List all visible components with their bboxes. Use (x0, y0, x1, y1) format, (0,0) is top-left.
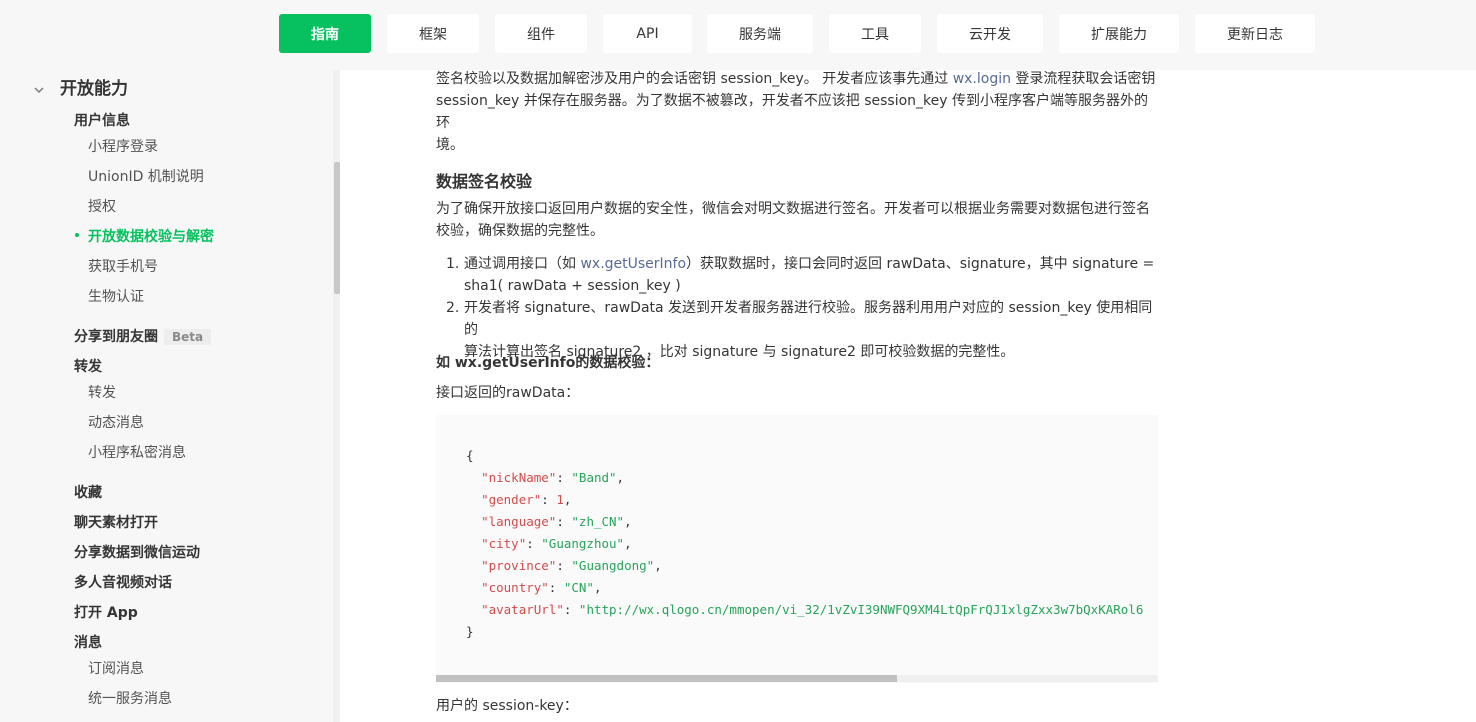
sidebar-item-uniform-message[interactable]: 统一服务消息 (88, 688, 172, 708)
sidebar-section-title: 开放能力 (60, 79, 128, 99)
step-text: 通过调用接口（如 (464, 256, 581, 272)
top-navigation: 指南 框架 组件 API 服务端 工具 云开发 扩展能力 更新日志 (0, 0, 1476, 70)
code-scrollbar-thumb[interactable] (436, 675, 897, 682)
intro-line-1: 签名校验以及数据加解密涉及用户的会话密钥 session_key。 开发者应该事… (436, 68, 1158, 90)
step-text: 开发者将 signature、rawData 发送到开发者服务器进行校验。服务器… (464, 300, 1153, 338)
sidebar-item-unionid[interactable]: UnionID 机制说明 (88, 166, 204, 186)
sidebar-group-werun[interactable]: 分享数据到微信运动 (74, 542, 200, 562)
sidebar-group-voip[interactable]: 多人音视频对话 (74, 572, 172, 592)
sidebar-group-message[interactable]: 消息 (74, 632, 102, 652)
code-line: "gender": 1, (481, 492, 572, 507)
sidebar-section-open-capabilities[interactable]: 开放能力 (34, 74, 128, 99)
tab-tools[interactable]: 工具 (829, 14, 921, 53)
code-line: } (466, 624, 474, 639)
sidebar-group-forward[interactable]: 转发 (74, 356, 102, 376)
tab-api[interactable]: API (603, 14, 692, 53)
sidebar-group-open-app[interactable]: 打开 App (74, 602, 138, 622)
beta-badge: Beta (164, 329, 212, 345)
example-title: 如 wx.getUserInfo的数据校验： (436, 355, 660, 371)
sidebar-item-open-data-verify[interactable]: 开放数据校验与解密 (88, 226, 214, 246)
steps-list: 1. 通过调用接口（如 wx.getUserInfo）获取数据时，接口会同时返回… (446, 253, 1158, 363)
sidebar-item-forward[interactable]: 转发 (88, 382, 116, 402)
chevron-down-icon (34, 80, 44, 93)
sidebar-group-label: 分享到朋友圈 (74, 329, 158, 345)
intro-paragraph: 签名校验以及数据加解密涉及用户的会话密钥 session_key。 开发者应该事… (436, 68, 1158, 156)
wx-getuserinfo-link[interactable]: wx.getUserInfo (580, 256, 686, 272)
sidebar-item-phone-number[interactable]: 获取手机号 (88, 256, 158, 276)
step-text: ）获取数据时，接口会同时返回 rawData、signature，其中 sign… (686, 256, 1155, 272)
wx-login-link[interactable]: wx.login (953, 71, 1011, 87)
sidebar-group-chat-material[interactable]: 聊天素材打开 (74, 512, 158, 532)
intro-line-2: session_key 并保存在服务器。为了数据不被篡改，开发者不应该把 ses… (436, 93, 1149, 131)
tab-components[interactable]: 组件 (495, 14, 587, 53)
tab-server[interactable]: 服务端 (707, 14, 813, 53)
list-item: 1. 通过调用接口（如 wx.getUserInfo）获取数据时，接口会同时返回… (446, 253, 1158, 297)
signature-paragraph: 为了确保开放接口返回用户数据的安全性，微信会对明文数据进行签名。开发者可以根据业… (436, 198, 1158, 242)
code-line: "city": "Guangzhou", (481, 536, 632, 551)
sidebar-item-dynamic-message[interactable]: 动态消息 (88, 412, 144, 432)
intro-line-3: 境。 (436, 137, 464, 153)
tab-cloud-dev[interactable]: 云开发 (937, 14, 1043, 53)
tab-guide[interactable]: 指南 (279, 14, 371, 53)
sidebar-group-favorites[interactable]: 收藏 (74, 482, 102, 502)
code-line: "nickName": "Band", (481, 470, 625, 485)
paragraph-line-2: 校验，确保数据的完整性。 (436, 223, 604, 239)
code-line: "language": "zh_CN", (481, 514, 632, 529)
rawdata-label: 接口返回的rawData： (436, 385, 580, 401)
session-key-label: 用户的 session-key： (436, 698, 578, 714)
intro-text: 登录流程获取会话密钥 (1010, 71, 1156, 87)
code-content: { "nickName": "Band", "gender": 1, "lang… (466, 445, 1143, 643)
list-number: 2. (446, 300, 460, 316)
active-indicator-dot (75, 233, 79, 237)
sidebar-item-authorize[interactable]: 授权 (88, 196, 116, 216)
code-line: "province": "Guangdong", (481, 558, 662, 573)
sidebar-item-mini-program-login[interactable]: 小程序登录 (88, 136, 158, 156)
sidebar-item-biometric[interactable]: 生物认证 (88, 286, 144, 306)
code-line: "avatarUrl": "http://wx.qlogo.cn/mmopen/… (481, 602, 1144, 617)
main-content: 签名校验以及数据加解密涉及用户的会话密钥 session_key。 开发者应该事… (340, 70, 1476, 722)
sidebar-item-subscribe-message[interactable]: 订阅消息 (88, 658, 144, 678)
intro-text: 签名校验以及数据加解密涉及用户的会话密钥 session_key。 开发者应该事… (436, 71, 953, 87)
tab-extensions[interactable]: 扩展能力 (1059, 14, 1179, 53)
code-line: "country": "CN", (481, 580, 602, 595)
code-line: { (466, 448, 474, 463)
code-block[interactable]: { "nickName": "Band", "gender": 1, "lang… (436, 415, 1158, 683)
sidebar-item-private-message[interactable]: 小程序私密消息 (88, 442, 186, 462)
paragraph-line-1: 为了确保开放接口返回用户数据的安全性，微信会对明文数据进行签名。开发者可以根据业… (436, 201, 1150, 217)
section-heading: 数据签名校验 (436, 172, 533, 191)
list-number: 1. (446, 256, 460, 272)
tab-changelog[interactable]: 更新日志 (1195, 14, 1315, 53)
step-text: sha1( rawData + session_key ) (464, 278, 681, 294)
tab-framework[interactable]: 框架 (387, 14, 479, 53)
sidebar-group-share-moments[interactable]: 分享到朋友圈 Beta (74, 326, 212, 346)
sidebar-group-user-info[interactable]: 用户信息 (74, 110, 130, 130)
